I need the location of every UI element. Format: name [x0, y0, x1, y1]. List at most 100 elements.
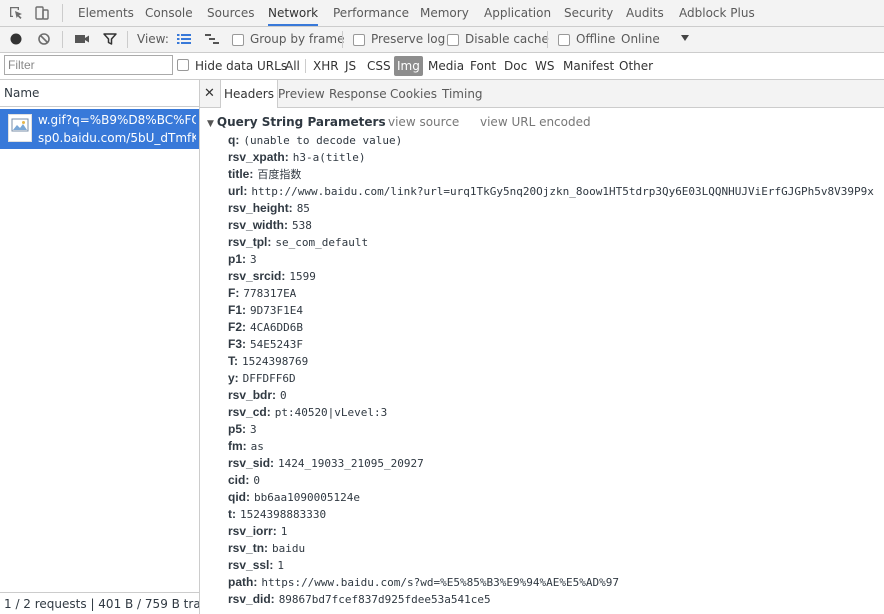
disable-cache-label[interactable]: Disable cache — [465, 27, 549, 52]
tab-security[interactable]: Security — [564, 0, 613, 26]
request-list-pane: Name w.gif?q=%B9%D8%BC%FC... sp0.baidu.c… — [0, 80, 200, 614]
param-key: title: — [228, 167, 254, 181]
filter-type-manifest[interactable]: Manifest — [563, 56, 614, 76]
filter-type-doc[interactable]: Doc — [504, 56, 527, 76]
headers-detail-panel: ▼ Query String Parameters view source vie… — [200, 108, 884, 614]
filter-type-ws[interactable]: WS — [535, 56, 554, 76]
query-param-row: rsv_iorr: 1 — [228, 523, 287, 540]
name-column-header[interactable]: Name — [0, 80, 199, 107]
param-value: 85 — [296, 202, 310, 215]
param-key: rsv_width: — [228, 218, 289, 232]
chevron-down-icon[interactable] — [678, 31, 696, 49]
expand-triangle-icon[interactable]: ▼ — [207, 116, 214, 133]
param-key: cid: — [228, 473, 250, 487]
offline-checkbox[interactable] — [558, 34, 570, 46]
toolbar-divider — [127, 31, 128, 48]
query-param-row: F3: 54E5243F — [228, 336, 303, 353]
param-key: rsv_did: — [228, 592, 275, 606]
param-key: fm: — [228, 439, 247, 453]
clear-icon[interactable] — [35, 30, 53, 48]
filter-type-js[interactable]: JS — [345, 56, 356, 76]
throttling-select[interactable]: Online — [621, 27, 660, 52]
query-param-row: y: DFFDFF6D — [228, 370, 296, 387]
param-key: rsv_iorr: — [228, 524, 277, 538]
filter-type-media[interactable]: Media — [428, 56, 464, 76]
query-param-row: cid: 0 — [228, 472, 260, 489]
filter-type-font[interactable]: Font — [470, 56, 496, 76]
param-value: 4CA6DD6B — [250, 321, 303, 334]
toolbar-divider — [547, 31, 548, 48]
preserve-log-checkbox[interactable] — [353, 34, 365, 46]
tab-preview[interactable]: Preview — [278, 80, 325, 107]
disable-cache-checkbox[interactable] — [447, 34, 459, 46]
view-url-encoded-link[interactable]: view URL encoded — [480, 114, 591, 131]
tab-headers[interactable]: Headers — [220, 80, 278, 108]
param-key: F1: — [228, 303, 246, 317]
device-toolbar-icon[interactable] — [33, 4, 51, 22]
tab-audits[interactable]: Audits — [626, 0, 664, 26]
param-value: 1424_19033_21095_20927 — [278, 457, 424, 470]
filter-input[interactable] — [4, 55, 173, 75]
filter-type-other[interactable]: Other — [619, 56, 653, 76]
tab-adblock-plus[interactable]: Adblock Plus — [679, 0, 755, 26]
filter-type-css[interactable]: CSS — [367, 56, 391, 76]
hide-data-urls-checkbox[interactable] — [177, 59, 189, 71]
param-value: pt:40520|vLevel:3 — [274, 406, 388, 419]
tab-timing[interactable]: Timing — [442, 80, 483, 107]
overview-waterfall-icon[interactable] — [203, 30, 221, 48]
filter-type-img[interactable]: Img — [394, 56, 423, 76]
param-value: 0 — [280, 389, 287, 402]
param-value: 0 — [253, 474, 260, 487]
param-key: rsv_xpath: — [228, 150, 289, 164]
filter-type-xhr[interactable]: XHR — [313, 56, 339, 76]
query-param-row: p5: 3 — [228, 421, 257, 438]
query-param-row: rsv_width: 538 — [228, 217, 312, 234]
tab-memory[interactable]: Memory — [420, 0, 469, 26]
query-string-section-header[interactable]: ▼ Query String Parameters — [207, 114, 386, 131]
section-title: Query String Parameters — [216, 115, 386, 129]
record-icon[interactable] — [7, 30, 25, 48]
group-by-frame-checkbox[interactable] — [232, 34, 244, 46]
group-by-frame-label[interactable]: Group by frame — [250, 27, 344, 52]
filter-type-all[interactable]: All — [285, 56, 300, 76]
tab-cookies[interactable]: Cookies — [390, 80, 437, 107]
param-key: rsv_sid: — [228, 456, 275, 470]
tab-network[interactable]: Network — [268, 0, 319, 26]
tab-performance[interactable]: Performance — [333, 0, 409, 26]
tabbar-divider — [62, 4, 63, 22]
large-rows-icon[interactable] — [175, 30, 193, 48]
query-param-row: rsv_did: 89867bd7fcef837d925fdee53a541ce5 — [228, 591, 491, 608]
close-icon[interactable]: ✕ — [204, 80, 215, 107]
param-key: q: — [228, 133, 240, 147]
query-param-row: rsv_srcid: 1599 — [228, 268, 316, 285]
param-value: https://www.baidu.com/s?wd=%E5%85%B3%E9%… — [261, 576, 619, 589]
query-param-row: T: 1524398769 — [228, 353, 308, 370]
param-key: p5: — [228, 422, 246, 436]
hide-data-urls-label[interactable]: Hide data URLs — [195, 56, 287, 76]
query-param-row: rsv_tn: baidu — [228, 540, 305, 557]
param-key: path: — [228, 575, 258, 589]
tab-response[interactable]: Response — [329, 80, 387, 107]
capture-screenshots-icon[interactable] — [73, 30, 91, 48]
filter-icon[interactable] — [101, 30, 119, 48]
query-param-row: F2: 4CA6DD6B — [228, 319, 303, 336]
param-key: T: — [228, 354, 238, 368]
query-param-row: rsv_cd: pt:40520|vLevel:3 — [228, 404, 387, 421]
tab-application[interactable]: Application — [484, 0, 551, 26]
query-param-row: title: 百度指数 — [228, 166, 301, 183]
query-param-row: rsv_bdr: 0 — [228, 387, 287, 404]
param-value: 1 — [280, 525, 288, 538]
param-key: y: — [228, 371, 239, 385]
tab-console[interactable]: Console — [145, 0, 193, 26]
tab-sources[interactable]: Sources — [207, 0, 254, 26]
inspect-element-icon[interactable] — [7, 4, 25, 22]
offline-label[interactable]: Offline — [576, 27, 615, 52]
preserve-log-label[interactable]: Preserve log — [371, 27, 445, 52]
query-param-row: F: 778317EA — [228, 285, 296, 302]
param-key: rsv_tn: — [228, 541, 269, 555]
param-key: url: — [228, 184, 248, 198]
request-row[interactable]: w.gif?q=%B9%D8%BC%FC... sp0.baidu.com/5b… — [0, 109, 199, 149]
param-key: rsv_tpl: — [228, 235, 272, 249]
tab-elements[interactable]: Elements — [78, 0, 134, 26]
view-source-link[interactable]: view source — [388, 114, 459, 131]
